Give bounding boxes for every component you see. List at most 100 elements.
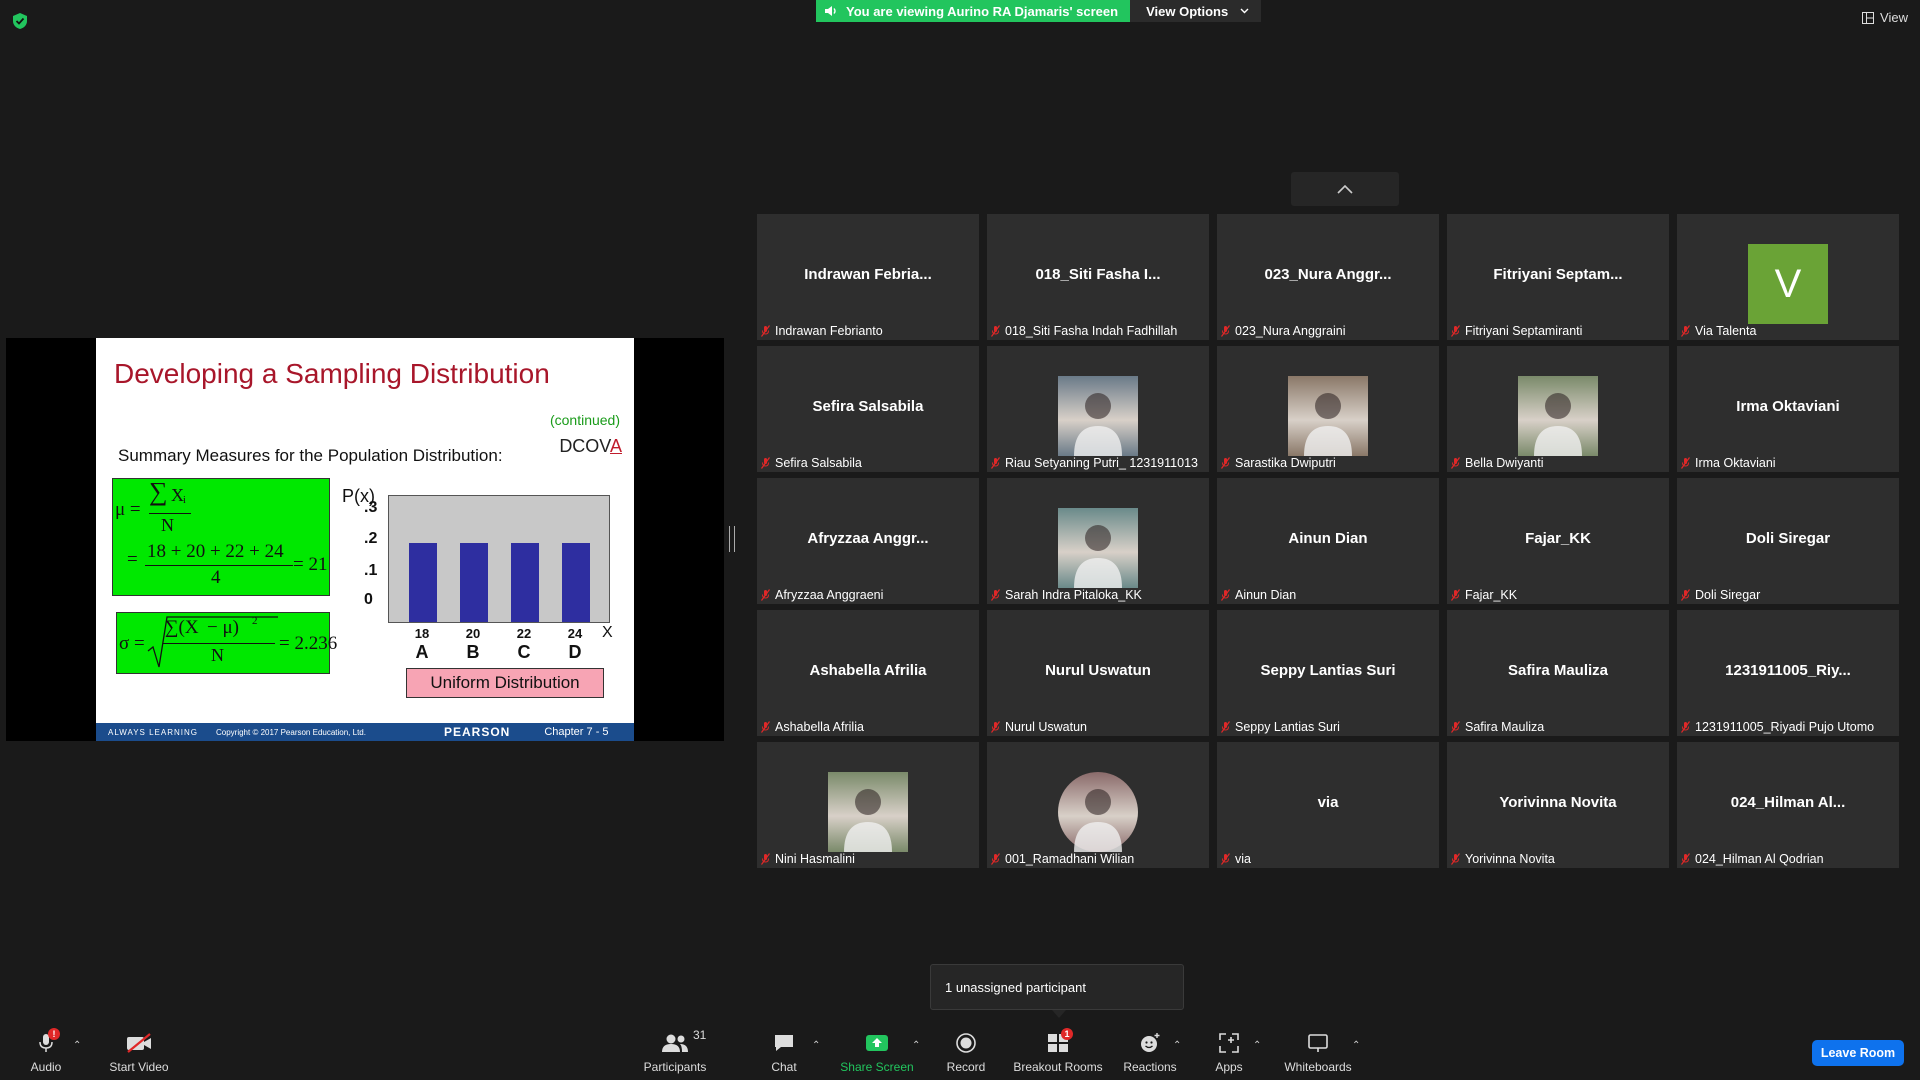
apps-label: Apps <box>1215 1060 1243 1074</box>
participant-name-footer: Afryzzaa Anggraeni <box>761 588 883 602</box>
participant-tile[interactable]: 001_Ramadhani Wilian <box>987 742 1209 868</box>
participant-name-footer: Bella Dwiyanti <box>1451 456 1544 470</box>
slide-footer: ALWAYS LEARNING Copyright © 2017 Pearson… <box>96 723 634 741</box>
participant-display-name: via <box>1317 794 1339 811</box>
participant-name: 1231911005_Riyadi Pujo Utomo <box>1695 720 1875 734</box>
participant-tile[interactable]: Doli Siregar Doli Siregar <box>1677 478 1899 604</box>
bar-24 <box>562 543 590 622</box>
reactions-button[interactable]: Reactions <box>1123 1026 1177 1080</box>
participants-button[interactable]: 31 Participants <box>638 1026 712 1080</box>
participant-photo <box>1288 376 1368 456</box>
share-screen-button[interactable]: Share Screen <box>838 1026 916 1080</box>
participant-tile[interactable]: Seppy Lantias Suri Seppy Lantias Suri <box>1217 610 1439 736</box>
apps-button[interactable]: Apps <box>1210 1026 1248 1080</box>
participant-display-name: Fitriyani Septam... <box>1493 266 1623 283</box>
participant-photo <box>1058 508 1138 588</box>
y-tick-label: .2 <box>364 530 378 547</box>
y-tick-label: .1 <box>364 561 378 579</box>
share-screen-label: Share Screen <box>840 1060 914 1074</box>
dcov-text: DCOV <box>559 436 610 456</box>
muted-mic-icon <box>1221 721 1230 733</box>
x-letter-label: A <box>415 642 429 662</box>
participant-name-footer: Indrawan Febrianto <box>761 324 883 338</box>
apps-options-caret[interactable]: ⌃ <box>1253 1040 1261 1051</box>
participant-name: Safira Mauliza <box>1465 720 1545 734</box>
audio-options-caret[interactable]: ⌃ <box>73 1040 81 1051</box>
participant-tile[interactable]: Sarastika Dwiputri <box>1217 346 1439 472</box>
participant-name: 018_Siti Fasha Indah Fadhillah <box>1005 324 1178 338</box>
participant-tile[interactable]: Nini Hasmalini <box>757 742 979 868</box>
participant-tile[interactable]: Indrawan Febria... Indrawan Febrianto <box>757 214 979 340</box>
participant-tile[interactable]: 1231911005_Riy... 1231911005_Riyadi Pujo … <box>1677 610 1899 736</box>
participant-name-footer: Sefira Salsabila <box>761 456 862 470</box>
shared-screen[interactable]: Developing a Sampling Distribution (cont… <box>6 338 724 741</box>
footer-chapter: Chapter 7 - 5 <box>544 726 609 738</box>
participant-display-name: 1231911005_Riy... <box>1725 662 1851 679</box>
participant-tile[interactable]: Riau Setyaning Putri_ 1231911013 <box>987 346 1209 472</box>
mu-symbol: μ = <box>115 499 141 520</box>
participant-tile[interactable]: Sarah Indra Pitaloka_KK <box>987 478 1209 604</box>
x-tick-label: 24 <box>567 626 583 641</box>
x-letter-label: B <box>466 642 480 662</box>
record-icon <box>956 1033 976 1053</box>
leave-room-button[interactable]: Leave Room <box>1812 1040 1904 1066</box>
participant-name-footer: Ashabella Afrilia <box>761 720 864 734</box>
muted-mic-icon <box>1221 589 1230 601</box>
whiteboards-button[interactable]: Whiteboards <box>1282 1026 1354 1080</box>
record-button[interactable]: Record <box>942 1026 990 1080</box>
participant-tile[interactable]: 024_Hilman Al... 024_Hilman Al Qodrian <box>1677 742 1899 868</box>
uniform-distribution-label: Uniform Distribution <box>406 668 604 698</box>
participant-tile[interactable]: Bella Dwiyanti <box>1447 346 1669 472</box>
participant-tile[interactable]: Afryzzaa Anggr... Afryzzaa Anggraeni <box>757 478 979 604</box>
participant-name-footer: 1231911005_Riyadi Pujo Utomo <box>1681 720 1874 734</box>
person-silhouette-icon <box>1074 393 1122 456</box>
participant-tile[interactable]: via via <box>1217 742 1439 868</box>
view-layout-button[interactable]: View <box>1862 10 1908 25</box>
participant-name: Ainun Dian <box>1235 588 1297 602</box>
whiteboards-options-caret[interactable]: ⌃ <box>1352 1040 1360 1051</box>
mu-expression: 18 + 20 + 22 + 24 <box>147 541 284 562</box>
participant-name: Fitriyani Septamiranti <box>1465 324 1583 338</box>
participant-tile[interactable]: Fitriyani Septam... Fitriyani Septamirant… <box>1447 214 1669 340</box>
muted-mic-icon <box>1221 853 1230 865</box>
chat-button[interactable]: Chat <box>764 1026 804 1080</box>
participant-display-name: Seppy Lantias Suri <box>1260 662 1396 679</box>
view-options-button[interactable]: View Options <box>1130 0 1262 22</box>
participant-tile[interactable]: Ainun Dian Ainun Dian <box>1217 478 1439 604</box>
participant-name: 023_Nura Anggraini <box>1235 324 1346 338</box>
participant-tile[interactable]: Irma Oktaviani Irma Oktaviani <box>1677 346 1899 472</box>
participant-name: Indrawan Febrianto <box>775 324 883 338</box>
participant-display-name: Safira Mauliza <box>1507 662 1609 679</box>
chat-options-caret[interactable]: ⌃ <box>812 1040 820 1051</box>
participant-name-footer: Sarah Indra Pitaloka_KK <box>991 588 1142 602</box>
participant-tile[interactable]: 023_Nura Anggr... 023_Nura Anggraini <box>1217 214 1439 340</box>
security-shield-icon[interactable] <box>12 12 28 30</box>
sum-symbol: ∑ <box>149 477 168 506</box>
participant-tile[interactable]: Fajar_KK Fajar_KK <box>1447 478 1669 604</box>
share-options-caret[interactable]: ⌃ <box>912 1040 920 1051</box>
sigma-numerator-tail: − μ) <box>207 617 239 638</box>
muted-mic-icon <box>761 325 770 337</box>
split-view-divider[interactable] <box>729 526 735 552</box>
apps-icon <box>1219 1033 1239 1053</box>
muted-mic-icon <box>1451 325 1460 337</box>
participant-tile[interactable]: V Via Talenta <box>1677 214 1899 340</box>
start-video-button[interactable]: Start Video <box>104 1026 174 1080</box>
participant-name: Via Talenta <box>1695 324 1757 338</box>
participant-tile[interactable]: Ashabella Afrilia Ashabella Afrilia <box>757 610 979 736</box>
breakout-rooms-button[interactable]: 1 Breakout Rooms <box>1012 1026 1104 1080</box>
muted-mic-icon <box>991 853 1000 865</box>
x-tick-label: 22 <box>516 626 532 641</box>
viewing-text: You are viewing Aurino RA Djamaris' scre… <box>846 3 1119 19</box>
participant-name: Doli Siregar <box>1695 588 1761 602</box>
participant-tile[interactable]: Nurul Uswatun Nurul Uswatun <box>987 610 1209 736</box>
reactions-options-caret[interactable]: ⌃ <box>1173 1040 1181 1051</box>
participant-tile[interactable]: 018_Siti Fasha I... 018_Siti Fasha Indah … <box>987 214 1209 340</box>
audio-button[interactable]: ! Audio <box>22 1026 70 1080</box>
gallery-page-up-button[interactable] <box>1291 172 1399 206</box>
participant-tile[interactable]: Sefira Salsabila Sefira Salsabila <box>757 346 979 472</box>
dcova-a: A <box>609 436 622 456</box>
participant-name-footer: Via Talenta <box>1681 324 1756 338</box>
participant-tile[interactable]: Yorivinna Novita Yorivinna Novita <box>1447 742 1669 868</box>
participant-tile[interactable]: Safira Mauliza Safira Mauliza <box>1447 610 1669 736</box>
